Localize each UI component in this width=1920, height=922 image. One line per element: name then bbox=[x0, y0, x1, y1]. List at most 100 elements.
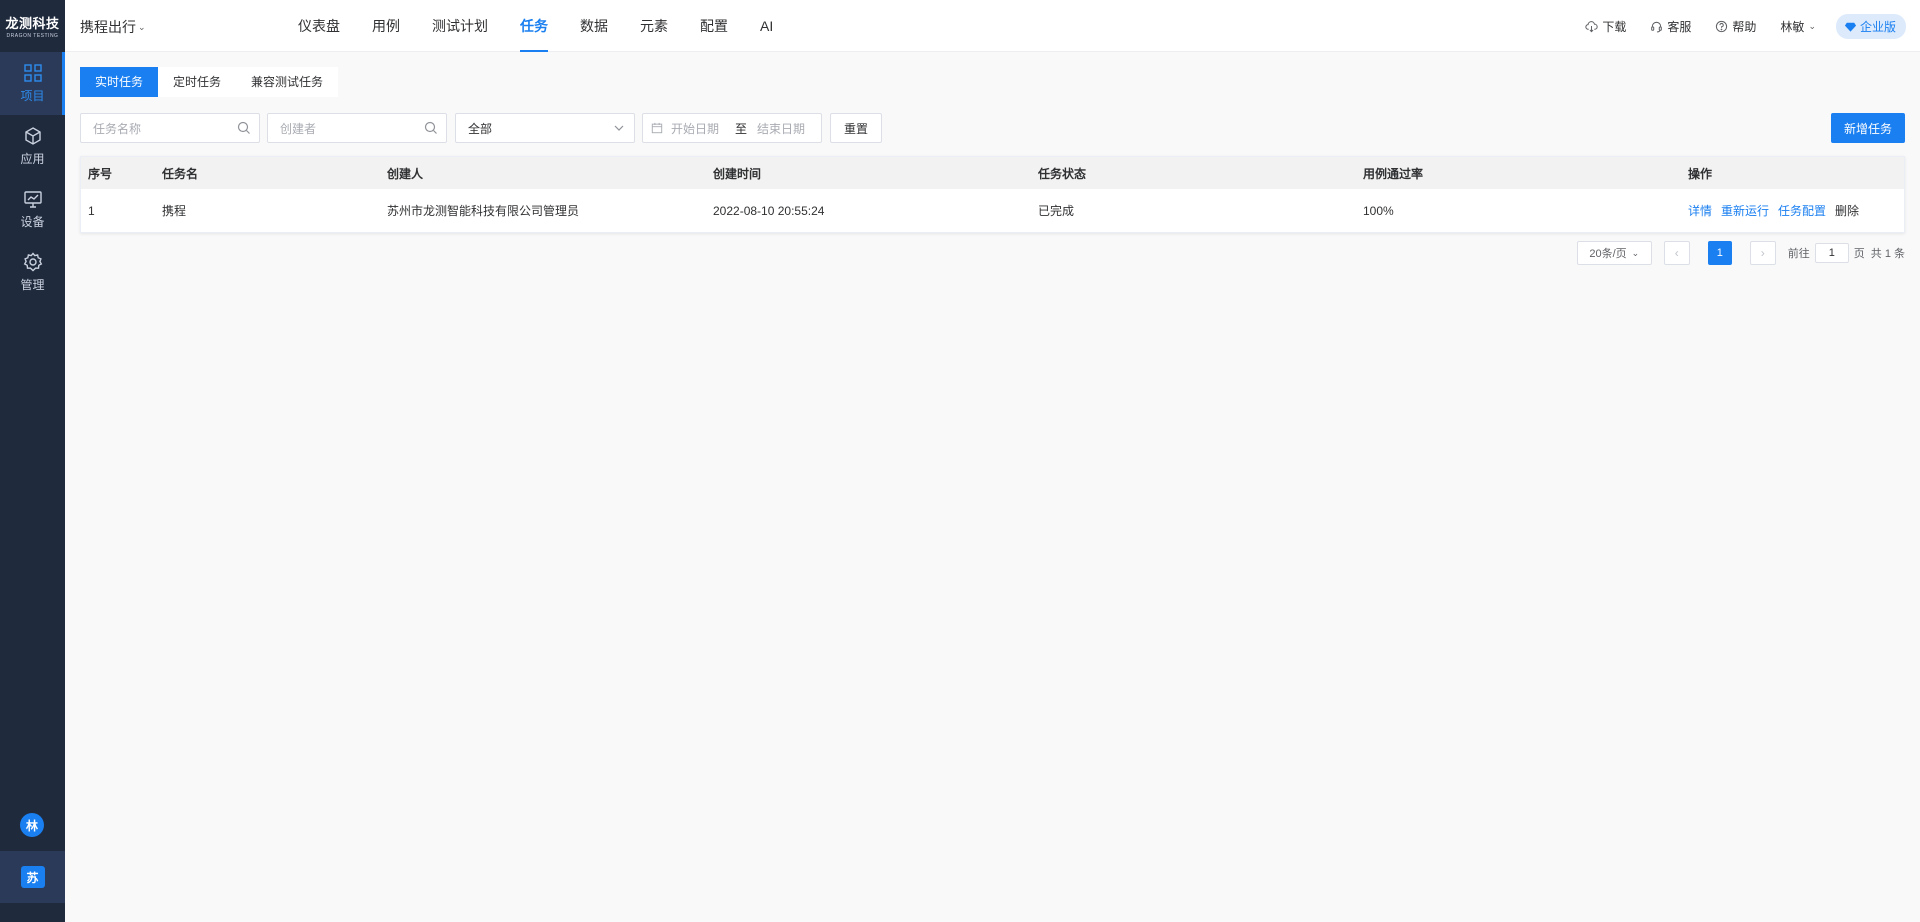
headset-icon bbox=[1651, 21, 1663, 32]
nav-ai[interactable]: AI bbox=[744, 0, 789, 52]
nav-config[interactable]: 配置 bbox=[684, 0, 744, 52]
column-header: 用例通过率 bbox=[1356, 157, 1681, 189]
status-value: 全部 bbox=[468, 121, 493, 136]
table-header-row: 序号 任务名 创建人 创建时间 任务状态 用例通过率 操作 bbox=[81, 157, 1904, 189]
top-header: 携程出行 ⌄ 仪表盘 用例 测试计划 任务 数据 元素 配置 AI 下载 客服 bbox=[65, 0, 1920, 52]
gear-icon bbox=[23, 252, 42, 272]
nav-test-plan[interactable]: 测试计划 bbox=[416, 0, 504, 52]
cell-status: 已完成 bbox=[1038, 204, 1075, 218]
creator-placeholder: 创建者 bbox=[280, 121, 317, 136]
task-name-placeholder: 任务名称 bbox=[93, 121, 142, 136]
cell-task-name: 携程 bbox=[162, 204, 187, 218]
help-link[interactable]: 帮助 bbox=[1715, 18, 1756, 35]
edition-label: 企业版 bbox=[1859, 19, 1896, 34]
cell-pass-rate: 100% bbox=[1363, 203, 1394, 218]
main-content: 实时任务 定时任务 兼容测试任务 任务名称 创建者 全部 开始日期 至 结束日期… bbox=[65, 52, 1920, 922]
sidebar-item-label: 管理 bbox=[20, 278, 45, 292]
diamond-icon bbox=[1844, 22, 1857, 32]
creator-input[interactable]: 创建者 bbox=[267, 113, 447, 143]
project-name: 携程出行 bbox=[80, 19, 136, 35]
sidebar-item-manage[interactable]: 管理 bbox=[0, 241, 65, 304]
goto-page-input[interactable]: 1 bbox=[1814, 243, 1849, 263]
start-date-placeholder: 开始日期 bbox=[671, 121, 720, 136]
date-range-picker[interactable]: 开始日期 至 结束日期 bbox=[642, 113, 822, 143]
service-label: 客服 bbox=[1667, 19, 1692, 34]
sidebar-item-project[interactable]: 项目 bbox=[0, 52, 65, 115]
detail-link[interactable]: 详情 bbox=[1688, 204, 1712, 218]
nav-tasks[interactable]: 任务 bbox=[504, 0, 564, 52]
end-date-placeholder: 结束日期 bbox=[757, 121, 806, 136]
org-switcher[interactable]: 苏 bbox=[0, 851, 65, 903]
next-page-button[interactable]: › bbox=[1749, 241, 1776, 265]
nav-data[interactable]: 数据 bbox=[564, 0, 624, 52]
user-name: 林敏 bbox=[1780, 19, 1805, 34]
status-select[interactable]: 全部 bbox=[455, 113, 635, 143]
task-tabs: 实时任务 定时任务 兼容测试任务 bbox=[80, 67, 339, 97]
nav-dashboard[interactable]: 仪表盘 bbox=[282, 0, 356, 52]
chevron-down-icon bbox=[614, 125, 624, 131]
sidebar: 龙测科技 DRAGON TESTING 项目 应用 设备 管理 林 苏 bbox=[0, 0, 65, 922]
monitor-icon bbox=[23, 191, 42, 208]
tab-scheduled[interactable]: 定时任务 bbox=[158, 67, 236, 97]
sidebar-item-label: 应用 bbox=[20, 152, 45, 166]
calendar-icon bbox=[651, 122, 663, 134]
tab-compat[interactable]: 兼容测试任务 bbox=[236, 67, 338, 97]
edition-badge[interactable]: 企业版 bbox=[1835, 13, 1906, 39]
delete-link[interactable]: 删除 bbox=[1835, 204, 1859, 218]
grid-icon bbox=[23, 64, 42, 82]
nav-elements[interactable]: 元素 bbox=[624, 0, 684, 52]
column-header: 序号 bbox=[81, 157, 155, 189]
prev-page-button[interactable]: ‹ bbox=[1663, 241, 1690, 265]
page-size-value: 20条/页 bbox=[1589, 248, 1627, 260]
service-link[interactable]: 客服 bbox=[1650, 18, 1691, 35]
date-separator: 至 bbox=[735, 121, 748, 136]
sidebar-item-label: 设备 bbox=[20, 215, 45, 229]
chevron-down-icon: ⌄ bbox=[138, 21, 146, 32]
user-avatar[interactable]: 林 bbox=[20, 813, 44, 837]
project-selector[interactable]: 携程出行 ⌄ bbox=[80, 17, 146, 37]
header-actions: 下载 客服 帮助 林敏 ⌄ 企业版 bbox=[1585, 0, 1906, 52]
task-table: 序号 任务名 创建人 创建时间 任务状态 用例通过率 操作 1 携程 苏州市龙测… bbox=[80, 156, 1905, 233]
chevron-right-icon: › bbox=[1760, 246, 1765, 260]
chevron-down-icon: ⌄ bbox=[1808, 20, 1816, 31]
tab-realtime[interactable]: 实时任务 bbox=[80, 67, 159, 97]
add-task-button[interactable]: 新增任务 bbox=[1831, 113, 1905, 143]
help-label: 帮助 bbox=[1732, 19, 1757, 34]
total-count: 共 1 条 bbox=[1870, 248, 1905, 260]
brand-logo[interactable]: 龙测科技 DRAGON TESTING bbox=[0, 0, 65, 52]
page-size-select[interactable]: 20条/页 ⌄ bbox=[1576, 241, 1652, 265]
cell-creator: 苏州市龙测智能科技有限公司管理员 bbox=[387, 204, 580, 218]
nav-cases[interactable]: 用例 bbox=[356, 0, 416, 52]
search-icon bbox=[424, 121, 437, 134]
pagination: 20条/页 ⌄ ‹ 1 › 前往 1 页 共 1 条 bbox=[1576, 241, 1905, 265]
download-label: 下载 bbox=[1602, 19, 1627, 34]
column-header: 任务状态 bbox=[1031, 157, 1356, 189]
chevron-down-icon: ⌄ bbox=[1631, 247, 1640, 258]
sidebar-item-label: 项目 bbox=[20, 89, 45, 103]
column-header: 创建人 bbox=[380, 157, 706, 189]
reset-button[interactable]: 重置 bbox=[830, 113, 882, 143]
column-header: 创建时间 bbox=[706, 157, 1031, 189]
page-number-current[interactable]: 1 bbox=[1707, 241, 1732, 265]
download-link[interactable]: 下载 bbox=[1585, 18, 1626, 35]
rerun-link[interactable]: 重新运行 bbox=[1721, 204, 1769, 218]
cloud-download-icon bbox=[1585, 20, 1599, 32]
cell-actions: 详情 重新运行 任务配置 删除 bbox=[1681, 189, 1904, 232]
search-icon bbox=[237, 121, 250, 134]
top-nav: 仪表盘 用例 测试计划 任务 数据 元素 配置 AI bbox=[282, 0, 789, 52]
column-header: 操作 bbox=[1681, 157, 1904, 189]
task-config-link[interactable]: 任务配置 bbox=[1778, 204, 1826, 218]
filter-bar: 任务名称 创建者 全部 开始日期 至 结束日期 重置 新增任务 bbox=[80, 113, 1905, 143]
cell-index: 1 bbox=[88, 203, 95, 218]
cube-icon bbox=[24, 127, 41, 145]
sidebar-item-device[interactable]: 设备 bbox=[0, 178, 65, 241]
org-avatar: 苏 bbox=[20, 866, 45, 888]
user-menu[interactable]: 林敏 ⌄ bbox=[1780, 18, 1816, 35]
question-circle-icon bbox=[1716, 20, 1728, 32]
table-row: 1 携程 苏州市龙测智能科技有限公司管理员 2022-08-10 20:55:2… bbox=[81, 189, 1904, 232]
sidebar-item-app[interactable]: 应用 bbox=[0, 115, 65, 178]
column-header: 任务名 bbox=[155, 157, 380, 189]
chevron-left-icon: ‹ bbox=[1674, 246, 1679, 260]
cell-created-time: 2022-08-10 20:55:24 bbox=[713, 203, 825, 218]
task-name-input[interactable]: 任务名称 bbox=[80, 113, 260, 143]
